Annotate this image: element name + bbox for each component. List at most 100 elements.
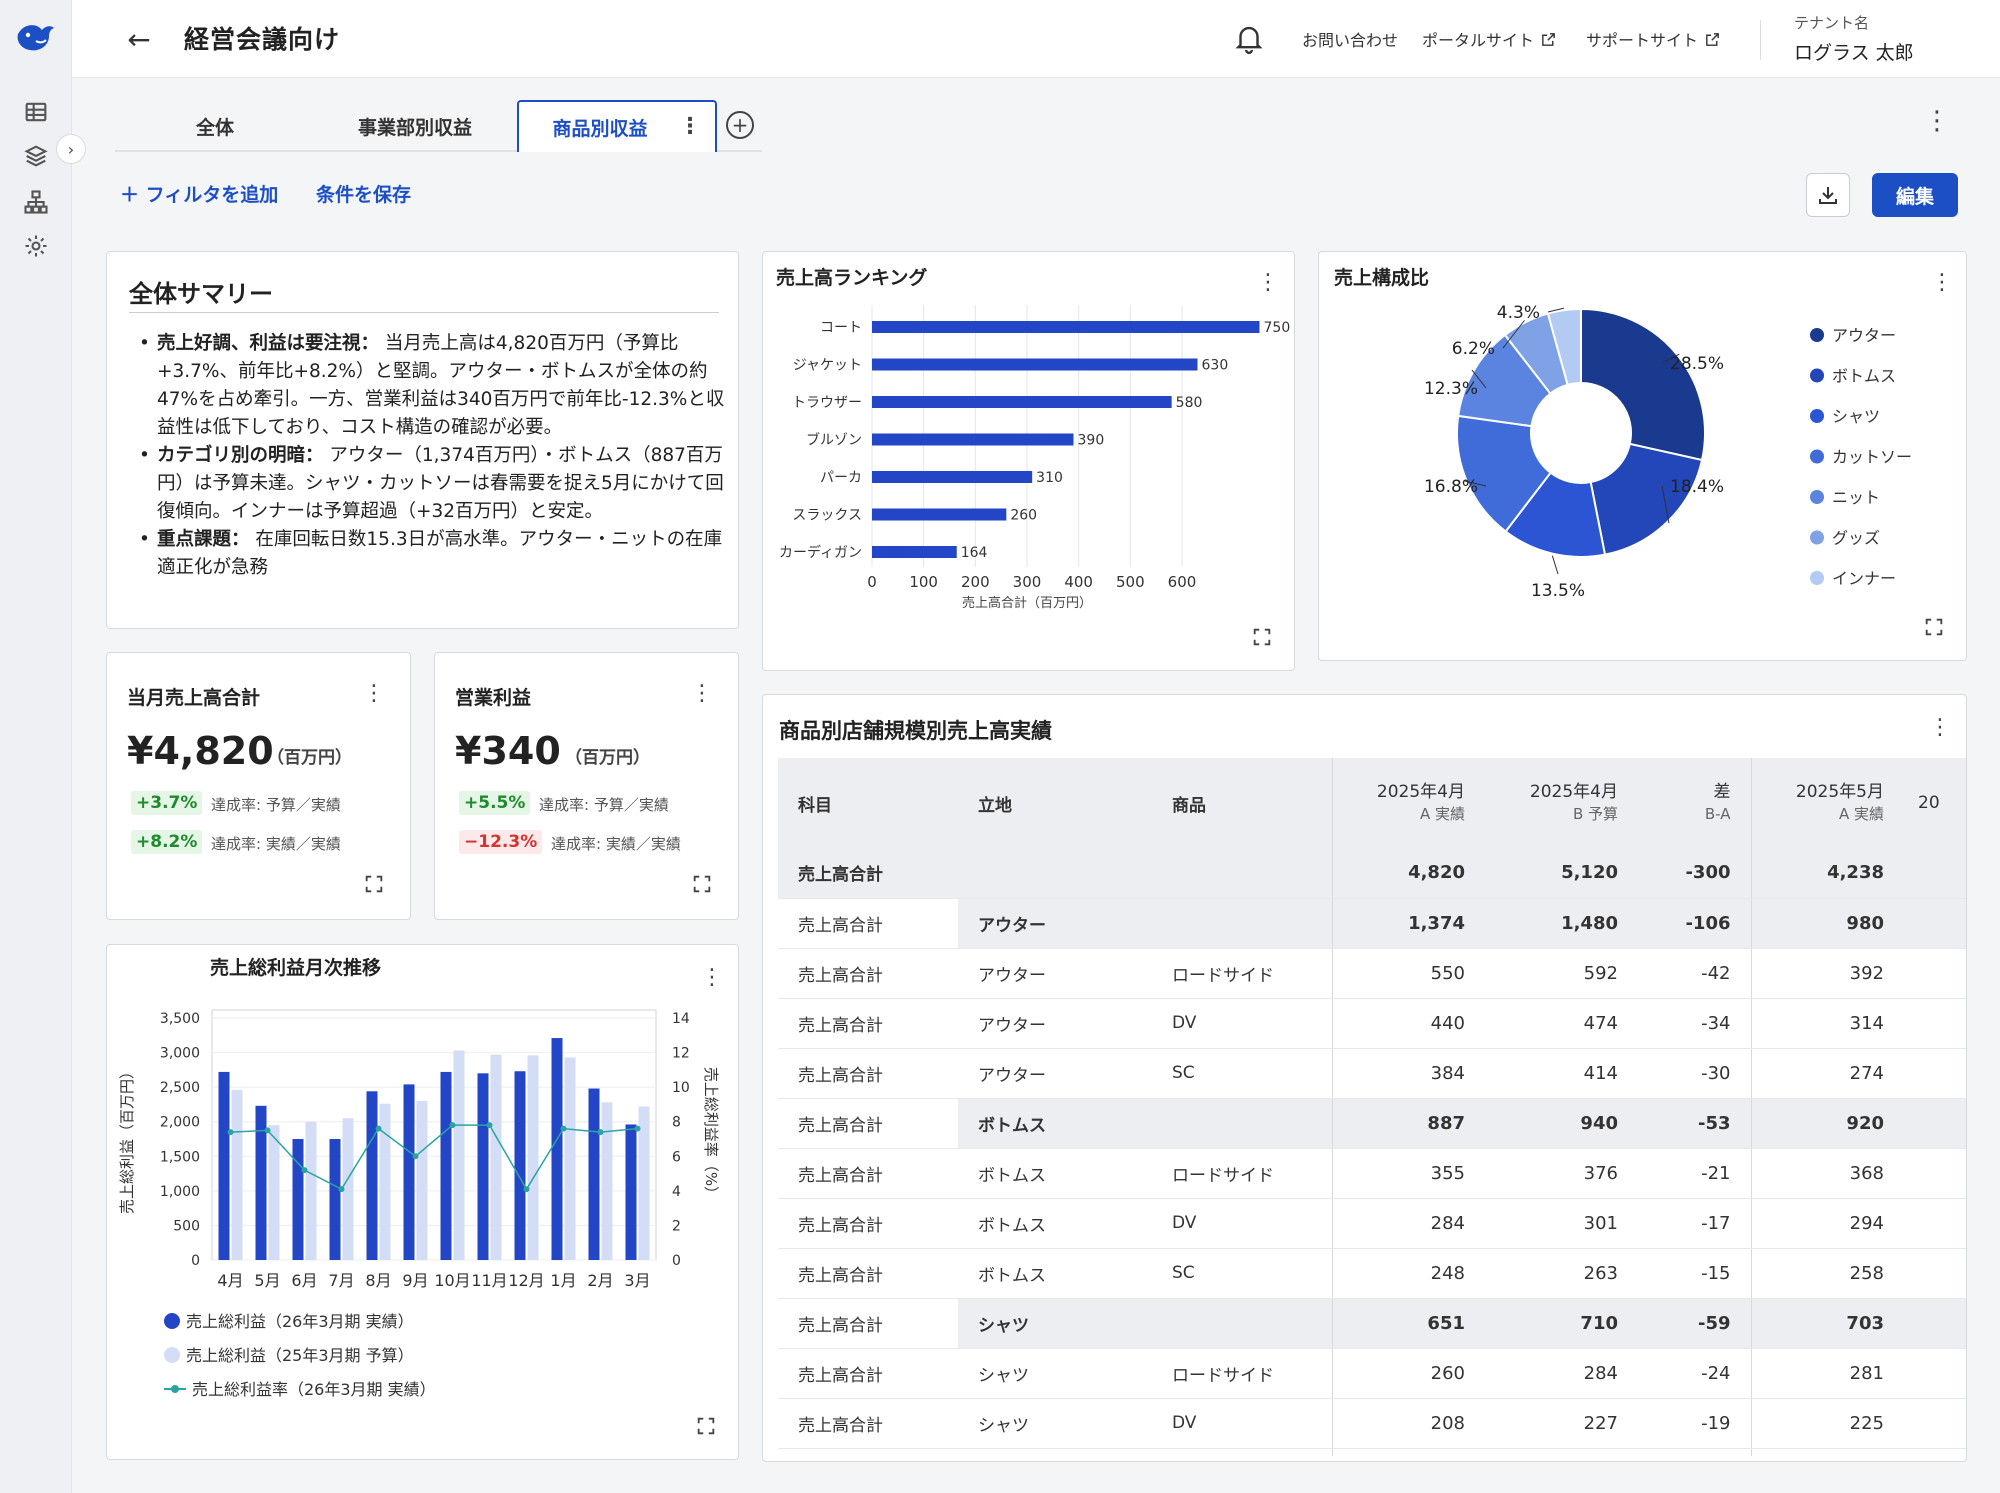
arrow-left-icon: ← [127, 22, 151, 56]
table-row[interactable]: 売上高合計 アウター ロードサイド 550 592 -42 392 [778, 948, 1966, 999]
contact-link[interactable]: お問い合わせ [1302, 27, 1398, 51]
kpi-title: 営業利益 [455, 687, 532, 709]
column-header[interactable]: 2025年4月 A 実績 [1331, 758, 1485, 848]
kpi-value: ¥4,820 [127, 729, 274, 773]
table-cell [1904, 1248, 1966, 1299]
add-tab-button[interactable]: + [726, 111, 754, 139]
table-row[interactable]: 売上高合計 シャツ DV 208 227 -19 225 [778, 1398, 1966, 1449]
table-cell: 592 [1485, 948, 1638, 999]
column-header[interactable]: 2025年5月 A 実績 [1750, 758, 1904, 848]
y-tick-label: 0 [191, 1253, 200, 1269]
column-header[interactable]: 商品 [1152, 758, 1332, 848]
data-label: 750 [1264, 320, 1291, 336]
tenant-label: テナント名 [1794, 14, 1870, 32]
table-cell: -53 [1638, 1098, 1751, 1149]
table-row[interactable]: 売上高合計 ボトムス DV 284 301 -17 294 [778, 1198, 1966, 1249]
data-label: 12.3% [1424, 379, 1478, 399]
data-label: 390 [1078, 433, 1105, 449]
card-menu-icon[interactable]: ⋮ [363, 683, 385, 705]
page-title: 経営会議向け [184, 25, 341, 54]
badge-label: 達成率: 実績／実績 [211, 835, 341, 853]
back-button[interactable]: ← [122, 22, 156, 56]
x-tick-label: 400 [1064, 573, 1093, 591]
bar [366, 1091, 378, 1260]
table-cell: -24 [1638, 1348, 1751, 1399]
column-header[interactable]: 科目 [778, 758, 958, 848]
kpi-sales-card: 当月売上高合計 ⋮ ¥4,820 （百万円） +3.7% 達成率: 予算／実績 … [106, 652, 411, 920]
line-point [486, 1122, 493, 1129]
y2-tick-label: 0 [672, 1253, 681, 1269]
download-icon [1819, 187, 1837, 204]
column-header[interactable]: 差 B-A [1638, 758, 1751, 848]
legend-swatch [1810, 571, 1824, 585]
table-row[interactable]: 売上高合計 シャツ ロードサイド 260 284 -24 281 [778, 1348, 1966, 1399]
table-cell: 売上高合計 [778, 1148, 958, 1199]
card-menu-icon[interactable]: ⋮ [691, 683, 713, 705]
save-conditions-button[interactable]: 条件を保存 [316, 180, 411, 207]
y-tick-label: 2,500 [160, 1080, 200, 1096]
portal-site-link[interactable]: ポータルサイト [1422, 27, 1557, 51]
column-header[interactable]: 2025年4月 B 予算 [1485, 758, 1638, 848]
series-line [230, 1124, 638, 1191]
support-site-link[interactable]: サポートサイト [1586, 27, 1721, 51]
download-button[interactable] [1806, 173, 1850, 217]
sidebar-expand-button[interactable]: › [56, 134, 86, 164]
layers-icon[interactable] [22, 142, 50, 170]
card-menu-icon[interactable]: ⋮ [1929, 717, 1951, 739]
data-label: 630 [1202, 358, 1229, 374]
edit-button[interactable]: 編集 [1872, 173, 1958, 217]
table-row[interactable]: 売上高合計 ボトムス ロードサイド 355 376 -21 368 [778, 1148, 1966, 1199]
column-header[interactable]: 立地 [958, 758, 1152, 848]
bar [453, 1050, 465, 1260]
table-cell: -21 [1638, 1148, 1751, 1199]
y-tick-label: 1,500 [160, 1149, 200, 1165]
table-cell: シャツ [958, 1298, 1152, 1349]
legend-swatch [1810, 530, 1824, 545]
table-row[interactable]: 売上高合計 4,820 5,120 -300 4,238 [778, 848, 1966, 899]
table-cell [1904, 1298, 1966, 1349]
table-cell [1904, 1098, 1966, 1149]
plus-icon: + [731, 113, 749, 137]
add-filter-button[interactable]: ＋ フィルタを追加 [120, 180, 278, 207]
table-cell: ボトムス [958, 1248, 1152, 1299]
table-row[interactable]: 売上高合計シャツSC183199-16197 [778, 1448, 1966, 1456]
bar [379, 1103, 391, 1260]
summary-title: 全体サマリー [129, 280, 273, 308]
logo-icon[interactable] [14, 20, 58, 56]
bar [601, 1102, 613, 1260]
table-icon[interactable] [22, 98, 50, 126]
table-row[interactable]: 売上高合計 アウター DV 440 474 -34 314 [778, 998, 1966, 1049]
user-name[interactable]: ログラス 太郎 [1794, 38, 1914, 65]
tab-product-revenue[interactable]: 商品別収益 ⋮ [517, 100, 717, 152]
expand-icon[interactable] [691, 873, 713, 895]
data-label: 16.8% [1424, 477, 1478, 497]
table-cell: ボトムス [958, 1148, 1152, 1199]
line-point [597, 1129, 604, 1136]
table-cell: アウター [958, 1048, 1152, 1099]
y-tick-label: 1,000 [160, 1184, 200, 1200]
column-header[interactable]: 20 [1904, 758, 1966, 848]
chart-title: 売上高ランキング [776, 266, 927, 289]
tab-division-revenue[interactable]: 事業部別収益 [315, 100, 515, 152]
table-row[interactable]: 売上高合計 アウター 1,374 1,480 -106 980 [778, 898, 1966, 949]
table-row[interactable]: 売上高合計 ボトムス SC 248 263 -15 258 [778, 1248, 1966, 1299]
table-cell: 5,120 [1485, 848, 1638, 899]
y-tick-label: 3,000 [160, 1046, 200, 1062]
legend-label: カットソー [1832, 448, 1912, 467]
bar [588, 1088, 600, 1260]
data-label: 310 [1036, 470, 1063, 486]
tab-overall[interactable]: 全体 [115, 100, 315, 152]
table-cell: 920 [1750, 1098, 1904, 1149]
page-menu-icon[interactable]: ⋮ [1924, 106, 1950, 136]
data-label: 13.5% [1531, 581, 1585, 601]
table-row[interactable]: 売上高合計 ボトムス 887 940 -53 920 [778, 1098, 1966, 1149]
table-row[interactable]: 売上高合計 アウター SC 384 414 -30 274 [778, 1048, 1966, 1099]
table-row[interactable]: 売上高合計 シャツ 651 710 -59 703 [778, 1298, 1966, 1349]
gear-icon[interactable] [22, 232, 50, 260]
table-cell: -19 [1638, 1398, 1751, 1449]
expand-icon[interactable] [363, 873, 385, 895]
tab-menu-icon[interactable]: ⋮ [679, 114, 701, 139]
bell-icon[interactable] [1232, 20, 1266, 56]
chart-title: 売上構成比 [1334, 266, 1429, 289]
org-chart-icon[interactable] [22, 188, 50, 216]
